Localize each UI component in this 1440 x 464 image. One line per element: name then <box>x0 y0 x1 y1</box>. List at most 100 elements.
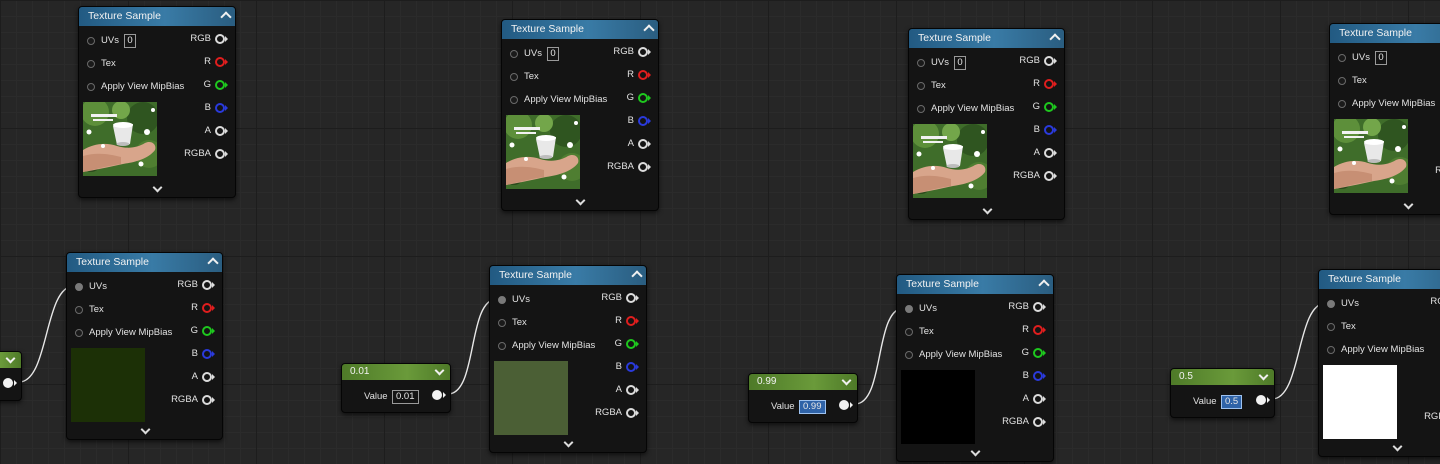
node-header[interactable]: Texture Sample <box>490 266 646 285</box>
output-pin-rgb-icon[interactable] <box>215 34 228 44</box>
input-pin-tex[interactable] <box>1338 77 1346 85</box>
constant-node[interactable] <box>0 351 22 401</box>
texture-sample-node[interactable]: Texture SampleUVsTexApply View MipBiasRG… <box>66 252 223 440</box>
value-field[interactable]: 0.99 <box>799 400 826 414</box>
expand-chevron-icon[interactable] <box>1403 199 1414 210</box>
texture-sample-node[interactable]: Texture Sample UVs Tex Apply View MipBias 0 R… <box>908 28 1065 220</box>
input-pin-apply-view-mipbias[interactable] <box>87 83 95 91</box>
input-pin-apply-view-mipbias[interactable] <box>917 105 925 113</box>
input-pin-apply-view-mipbias[interactable] <box>1327 346 1335 354</box>
output-pin-a-icon[interactable] <box>638 139 651 149</box>
constant-header[interactable]: 0.99 <box>749 374 857 390</box>
output-pin-icon[interactable] <box>432 390 446 400</box>
input-pin-apply-view-mipbias[interactable] <box>75 329 83 337</box>
input-pin-uvs[interactable] <box>510 50 518 58</box>
constant-header[interactable]: 0.01 <box>342 364 450 380</box>
uv-index-field[interactable]: 0 <box>1375 51 1387 65</box>
output-pin-icon[interactable] <box>839 400 853 410</box>
output-pin-b-icon[interactable] <box>1033 371 1046 381</box>
texture-sample-node[interactable]: Texture Sample UVs Tex Apply View MipBias 0 R… <box>78 6 236 198</box>
output-pin-rgba-icon[interactable] <box>1033 417 1046 427</box>
input-pin-tex[interactable] <box>1327 323 1335 331</box>
output-pin-a-icon[interactable] <box>215 126 228 136</box>
value-field[interactable]: 0.01 <box>392 390 419 404</box>
output-pin-r-icon[interactable] <box>626 316 639 326</box>
output-pin-b-icon[interactable] <box>626 362 639 372</box>
output-pin-rgba-icon[interactable] <box>202 395 215 405</box>
output-pin-a-icon[interactable] <box>1033 394 1046 404</box>
uv-index-field[interactable]: 0 <box>547 47 559 61</box>
input-pin-tex[interactable] <box>510 73 518 81</box>
node-header[interactable]: Texture Sample <box>502 20 658 39</box>
expand-chevron-icon[interactable] <box>575 195 586 206</box>
output-pin-r-icon[interactable] <box>638 70 651 80</box>
input-pin-tex[interactable] <box>905 328 913 336</box>
input-pin-uvs[interactable] <box>917 59 925 67</box>
texture-sample-node[interactable]: Texture SampleUVsTexApply View MipBiasRG… <box>489 265 647 453</box>
node-header[interactable]: Texture Sample <box>1330 24 1440 43</box>
output-pin-rgb-icon[interactable] <box>638 47 651 57</box>
texture-sample-node[interactable]: Texture Sample UVs Tex Apply View MipBias 0 R… <box>1329 23 1440 215</box>
output-pin-a-icon[interactable] <box>202 372 215 382</box>
constant-header[interactable]: 0.5 <box>1171 369 1274 385</box>
output-pin-b-icon[interactable] <box>202 349 215 359</box>
constant-node[interactable]: 0.99 Value 0.99 <box>748 373 858 423</box>
dropdown-chevron-icon[interactable] <box>841 375 852 386</box>
collapse-chevron-icon[interactable] <box>1049 33 1061 45</box>
output-pin-g-icon[interactable] <box>638 93 651 103</box>
expand-chevron-icon[interactable] <box>1392 441 1403 452</box>
input-pin-apply-view-mipbias[interactable] <box>510 96 518 104</box>
output-pin-rgb-icon[interactable] <box>1033 302 1046 312</box>
output-pin-icon[interactable] <box>1256 395 1270 405</box>
texture-sample-node[interactable]: Texture SampleUVsTexApply View MipBiasRG… <box>896 274 1054 462</box>
input-pin-apply-view-mipbias[interactable] <box>905 351 913 359</box>
output-pin-r-icon[interactable] <box>202 303 215 313</box>
input-pin-uvs[interactable] <box>498 296 506 304</box>
collapse-chevron-icon[interactable] <box>1038 279 1050 291</box>
output-pin-b-icon[interactable] <box>1044 125 1057 135</box>
input-pin-uvs[interactable] <box>905 305 913 313</box>
output-pin-rgb-icon[interactable] <box>202 280 215 290</box>
uv-index-field[interactable]: 0 <box>124 34 136 48</box>
expand-chevron-icon[interactable] <box>982 204 992 215</box>
output-pin-r-icon[interactable] <box>215 57 228 67</box>
node-header[interactable]: Texture Sample <box>909 29 1064 48</box>
constant-header[interactable] <box>0 352 21 368</box>
input-pin-apply-view-mipbias[interactable] <box>498 342 506 350</box>
output-pin-rgba-icon[interactable] <box>1044 171 1057 181</box>
expand-chevron-icon[interactable] <box>140 424 150 435</box>
input-pin-uvs[interactable] <box>87 37 95 45</box>
output-pin-rgba-icon[interactable] <box>215 149 228 159</box>
output-pin-rgb-icon[interactable] <box>626 293 639 303</box>
collapse-chevron-icon[interactable] <box>220 11 232 23</box>
output-pin-g-icon[interactable] <box>202 326 215 336</box>
dropdown-chevron-icon[interactable] <box>5 353 16 364</box>
output-pin-r-icon[interactable] <box>1044 79 1057 89</box>
input-pin-tex[interactable] <box>75 306 83 314</box>
expand-chevron-icon[interactable] <box>970 446 981 457</box>
node-header[interactable]: Texture Sample <box>67 253 222 272</box>
input-pin-apply-view-mipbias[interactable] <box>1338 100 1346 108</box>
output-pin-rgb-icon[interactable] <box>1044 56 1057 66</box>
input-pin-tex[interactable] <box>87 60 95 68</box>
collapse-chevron-icon[interactable] <box>207 257 219 269</box>
dropdown-chevron-icon[interactable] <box>434 365 445 376</box>
constant-node[interactable]: 0.01 Value 0.01 <box>341 363 451 413</box>
node-header[interactable]: Texture Sample <box>897 275 1053 294</box>
output-pin-g-icon[interactable] <box>626 339 639 349</box>
output-pin-r-icon[interactable] <box>1033 325 1046 335</box>
input-pin-uvs[interactable] <box>75 283 83 291</box>
expand-chevron-icon[interactable] <box>563 437 574 448</box>
expand-chevron-icon[interactable] <box>152 182 163 193</box>
output-pin-rgba-icon[interactable] <box>638 162 651 172</box>
output-pin-g-icon[interactable] <box>215 80 228 90</box>
dropdown-chevron-icon[interactable] <box>1258 370 1269 381</box>
output-pin-a-icon[interactable] <box>1044 148 1057 158</box>
output-pin-b-icon[interactable] <box>215 103 228 113</box>
node-header[interactable]: Texture Sample <box>79 7 235 26</box>
constant-node[interactable]: 0.5 Value 0.5 <box>1170 368 1275 418</box>
texture-sample-node[interactable]: Texture SampleUVsTexApply View MipBiasRG… <box>1318 269 1440 457</box>
output-pin-g-icon[interactable] <box>1044 102 1057 112</box>
input-pin-tex[interactable] <box>917 82 925 90</box>
output-pin-icon[interactable] <box>3 378 17 388</box>
